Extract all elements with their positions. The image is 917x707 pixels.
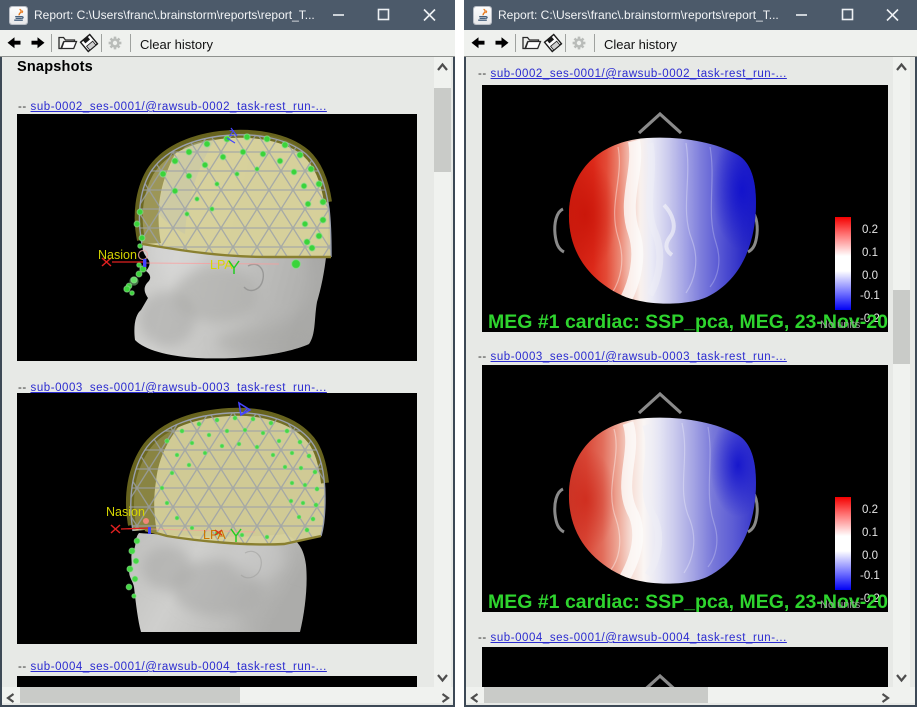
svg-text:LPA: LPA <box>210 258 233 272</box>
svg-text:0.1: 0.1 <box>862 247 878 259</box>
svg-text:No units: No units <box>820 319 861 331</box>
svg-text:-0.1: -0.1 <box>860 290 880 302</box>
svg-text:0.1: 0.1 <box>862 527 878 539</box>
svg-text:0.0: 0.0 <box>862 270 878 282</box>
svg-text:LPA: LPA <box>203 528 226 542</box>
svg-text:Nasion: Nasion <box>98 248 137 262</box>
svg-text:No units: No units <box>820 599 861 611</box>
svg-text:0.0: 0.0 <box>862 550 878 562</box>
svg-text:0.2: 0.2 <box>862 224 878 236</box>
svg-text:0.2: 0.2 <box>862 504 878 516</box>
svg-text:Nasion: Nasion <box>106 505 145 519</box>
svg-text:-0.1: -0.1 <box>860 570 880 582</box>
